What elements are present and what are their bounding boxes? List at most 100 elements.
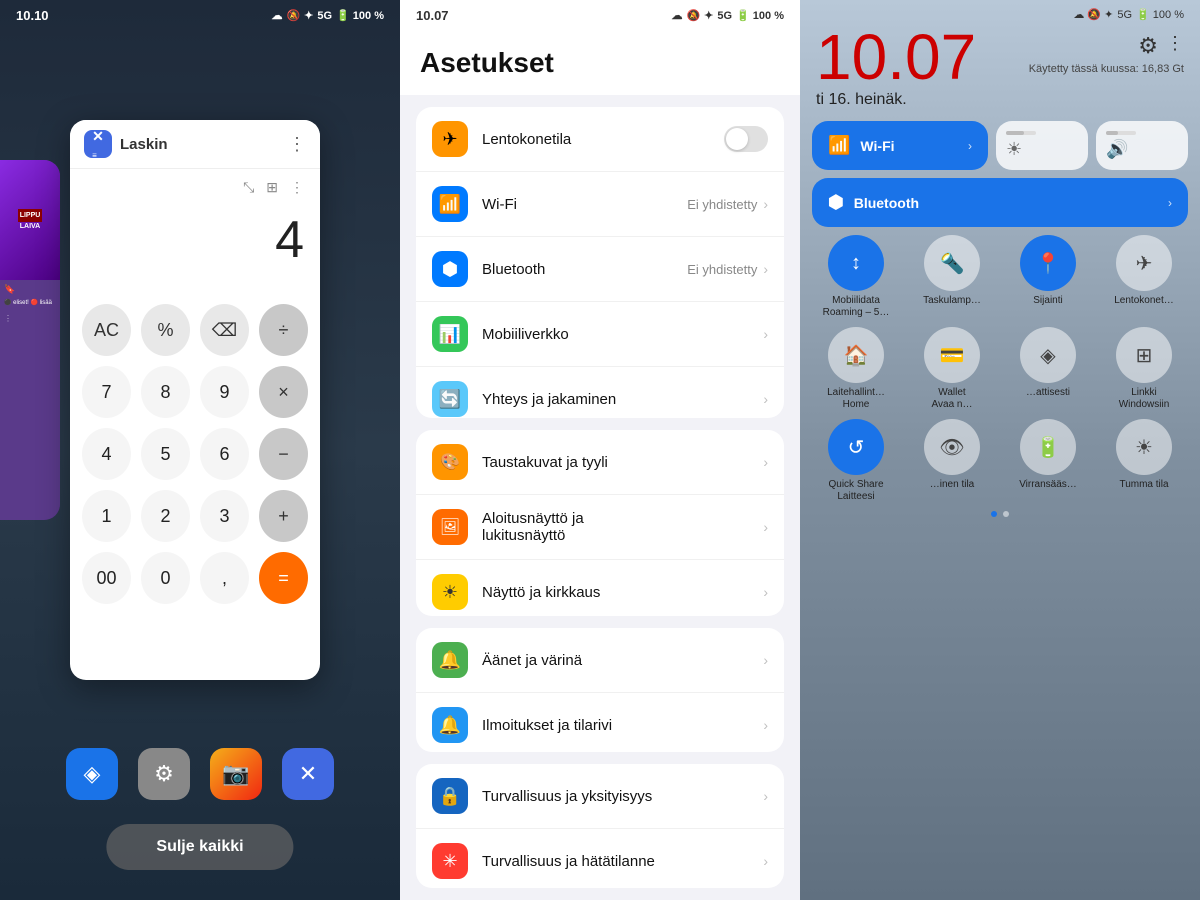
home-label: Laitehallint…Home <box>827 387 885 411</box>
menu-icon[interactable]: ⋮ <box>290 179 304 196</box>
qs-time: 10.07 <box>816 25 976 89</box>
battery3-icon: 🔋 100 % <box>1136 8 1184 21</box>
qs-grid-flashlight[interactable]: 🔦 Taskulamp… <box>908 235 996 319</box>
privacy-chevron: › <box>763 788 768 804</box>
dock-icon-calculator[interactable]: ✕ <box>282 748 334 800</box>
calc-btn-9[interactable]: 9 <box>200 366 249 418</box>
wifi-settings-icon: 📶 <box>432 186 468 222</box>
close-all-button[interactable]: Sulje kaikki <box>106 824 293 870</box>
qs-row-1: 📶 Wi-Fi › ☀ 🔊 <box>812 121 1188 170</box>
calc-btn-divide[interactable]: ÷ <box>259 304 308 356</box>
signal-icon: 5G <box>317 10 332 22</box>
airplane-qs-icon: ✈ <box>1116 235 1172 291</box>
calc-btn-8[interactable]: 8 <box>141 366 190 418</box>
location-label: Sijainti <box>1033 295 1062 307</box>
calc-btn-0[interactable]: 0 <box>141 552 190 604</box>
status-icons-1: ☁ 🔕 ✦ 5G 🔋 100 % <box>271 9 384 22</box>
battery2-icon: 🔋 100 % <box>736 9 784 22</box>
settings-item-brightness[interactable]: ☀ Näyttö ja kirkkaus › <box>416 560 784 616</box>
dock-icon-settings[interactable]: ⚙ <box>138 748 190 800</box>
wifi-label: Wi-Fi <box>482 196 687 213</box>
qs-grid-privacy[interactable]: 👁 …inen tila <box>908 419 996 503</box>
expand-icon[interactable]: ⊞ <box>266 179 278 196</box>
qs-grid-darkmode[interactable]: ☀ Tumma tila <box>1100 419 1188 503</box>
qs-wifi-tile[interactable]: 📶 Wi-Fi › <box>812 121 988 170</box>
settings-item-sharing[interactable]: 🔄 Yhteys ja jakaminen › <box>416 367 784 418</box>
calc-btn-percent[interactable]: % <box>141 304 190 356</box>
calc-btn-4[interactable]: 4 <box>82 428 131 480</box>
qs-wifi-label: Wi-Fi <box>860 138 894 154</box>
notif3-icon: ☁ 🔕 ✦ <box>1073 8 1113 21</box>
settings-group-connectivity: ✈ Lentokonetila 📶 Wi-Fi Ei yhdistetty › … <box>416 107 784 418</box>
page-dot-2[interactable] <box>1003 511 1009 517</box>
qs-grid-windows[interactable]: ⊞ LinkkiWindowsiin <box>1100 327 1188 411</box>
calc-menu-dots[interactable]: ⋮ <box>288 134 306 155</box>
qs-settings-icon[interactable]: ⚙ <box>1138 33 1158 59</box>
emergency-icon: ✳ <box>432 843 468 879</box>
qs-bluetooth-icon: ⬢ <box>828 192 844 213</box>
qs-usage: Käytetty tässä kuussa: 16,83 Gt <box>1029 63 1184 75</box>
dock-icon-dropbox[interactable]: ◈ <box>66 748 118 800</box>
mobile-data-icon: ↕ <box>828 235 884 291</box>
calc-title: Laskin <box>120 136 288 153</box>
qs-grid-mobile-data[interactable]: ↕ MobiilidataRoaming – 5… <box>812 235 900 319</box>
qs-header-area: 10.07 ti 16. heinäk. ⚙ ⋮ Käytetty tässä … <box>800 21 1200 113</box>
settings-item-airplane[interactable]: ✈ Lentokonetila <box>416 107 784 172</box>
qs-bt-arrow[interactable]: › <box>1168 196 1172 210</box>
minimize-icon[interactable]: ⤡ <box>243 179 254 196</box>
qs-volume-tile[interactable]: 🔊 <box>1096 121 1188 170</box>
qs-grid-location[interactable]: 📍 Sijainti <box>1004 235 1092 319</box>
qs-grid-home[interactable]: 🏠 Laitehallint…Home <box>812 327 900 411</box>
qs-more-icon[interactable]: ⋮ <box>1166 33 1184 59</box>
qs-brightness-tile-1[interactable]: ☀ <box>996 121 1088 170</box>
calc-btn-2[interactable]: 2 <box>141 490 190 542</box>
homescreen-icon: 🖼 <box>432 509 468 545</box>
flashlight-icon: 🔦 <box>924 235 980 291</box>
emergency-chevron: › <box>763 853 768 869</box>
page-dot-1[interactable] <box>991 511 997 517</box>
qs-grid-wallet[interactable]: 💳 WalletAvaa n… <box>908 327 996 411</box>
calc-btn-5[interactable]: 5 <box>141 428 190 480</box>
settings-item-privacy[interactable]: 🔒 Turvallisuus ja yksityisyys › <box>416 764 784 829</box>
calc-btn-6[interactable]: 6 <box>200 428 249 480</box>
qs-grid-powersave[interactable]: 🔋 Virransääs… <box>1004 419 1092 503</box>
calc-buttons: AC % ⌫ ÷ 7 8 9 × 4 5 6 − 1 2 3 + 00 0 , … <box>70 300 320 616</box>
sounds-icon: 🔔 <box>432 642 468 678</box>
calc-btn-7[interactable]: 7 <box>82 366 131 418</box>
wallpaper-icon: 🎨 <box>432 444 468 480</box>
calc-btn-00[interactable]: 00 <box>82 552 131 604</box>
app-card-left[interactable]: LIPPU LAIVA 🔖 ⚫ eliset! 🔴 lisää ⋮ <box>0 160 60 520</box>
calc-btn-3[interactable]: 3 <box>200 490 249 542</box>
settings-item-notifications[interactable]: 🔔 Ilmoitukset ja tilarivi › <box>416 693 784 752</box>
qs-wifi-arrow[interactable]: › <box>968 139 972 153</box>
calc-btn-equals[interactable]: = <box>259 552 308 604</box>
qs-bluetooth-tile[interactable]: ⬢ Bluetooth › <box>812 178 1188 227</box>
dock-icon-instagram[interactable]: 📷 <box>210 748 262 800</box>
sounds-chevron: › <box>763 652 768 668</box>
settings-item-wifi[interactable]: 📶 Wi-Fi Ei yhdistetty › <box>416 172 784 237</box>
mobile-label: Mobiiliverkko <box>482 326 763 343</box>
qs-grid-auto[interactable]: ◈ …attisesti <box>1004 327 1092 411</box>
airplane-toggle[interactable] <box>724 126 768 152</box>
settings-item-mobile[interactable]: 📊 Mobiiliverkko › <box>416 302 784 367</box>
silent2-icon: 🔕 <box>686 9 700 22</box>
qs-grid-quickshare[interactable]: ↺ Quick ShareLaitteesi <box>812 419 900 503</box>
settings-item-homescreen[interactable]: 🖼 Aloitusnäyttö jalukitusnäyttö › <box>416 495 784 560</box>
time-1: 10.10 <box>16 8 49 23</box>
settings-item-sounds[interactable]: 🔔 Äänet ja värinä › <box>416 628 784 693</box>
qs-grid-airplane[interactable]: ✈ Lentokonet… <box>1100 235 1188 319</box>
calc-btn-backspace[interactable]: ⌫ <box>200 304 249 356</box>
sharing-icon: 🔄 <box>432 381 468 417</box>
battery-icon: 🔋 100 % <box>336 9 384 22</box>
calc-btn-ac[interactable]: AC <box>82 304 131 356</box>
calc-btn-multiply[interactable]: × <box>259 366 308 418</box>
calc-btn-1[interactable]: 1 <box>82 490 131 542</box>
settings-item-wallpaper[interactable]: 🎨 Taustakuvat ja tyyli › <box>416 430 784 495</box>
calc-app-icon: ✕≡ <box>84 130 112 158</box>
mobile-chevron: › <box>763 326 768 342</box>
calc-btn-minus[interactable]: − <box>259 428 308 480</box>
settings-item-bluetooth[interactable]: ⬢ Bluetooth Ei yhdistetty › <box>416 237 784 302</box>
settings-item-emergency[interactable]: ✳ Turvallisuus ja hätätilanne › <box>416 829 784 888</box>
calc-btn-comma[interactable]: , <box>200 552 249 604</box>
calc-btn-plus[interactable]: + <box>259 490 308 542</box>
